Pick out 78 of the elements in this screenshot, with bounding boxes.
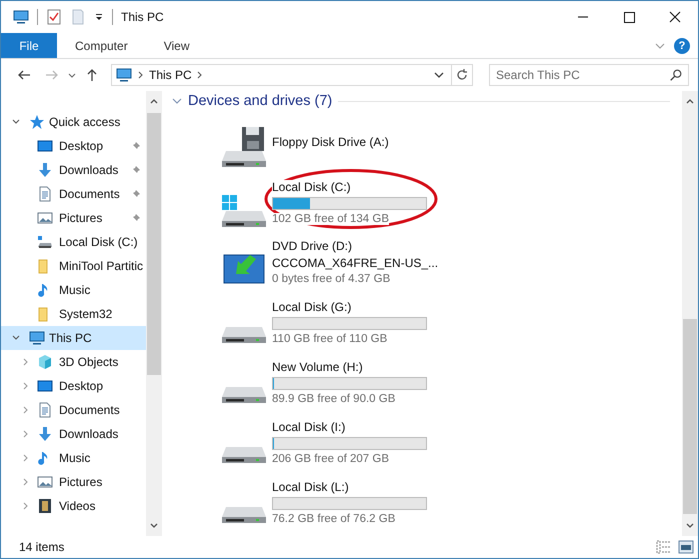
collapse-chevron-icon[interactable] xyxy=(172,96,182,106)
desktop-icon xyxy=(37,378,53,394)
nav-item[interactable]: Videos xyxy=(1,494,146,518)
drive-name: Floppy Disk Drive (A:) xyxy=(272,135,389,149)
nav-item[interactable]: Music xyxy=(1,278,146,302)
free-space-text: 110 GB free of 110 GB xyxy=(272,332,388,344)
drive-item[interactable]: Local Disk (L:) 76.2 GB free of 76.2 GB xyxy=(220,474,670,534)
ribbon-tab[interactable]: View xyxy=(146,33,208,58)
drive-item[interactable]: New Volume (H:) 89.9 GB free of 90.0 GB xyxy=(220,354,670,414)
ribbon-tab[interactable]: Computer xyxy=(57,33,146,58)
computer-icon xyxy=(29,330,45,346)
drive-name: DVD Drive (D:) xyxy=(272,239,352,253)
nav-item[interactable]: Local Disk (C:) xyxy=(1,230,146,254)
floppy-drive-icon xyxy=(220,125,268,169)
chevron-icon[interactable] xyxy=(137,70,145,80)
drive-name: Local Disk (L:) xyxy=(272,480,349,494)
nav-item[interactable]: Downloads xyxy=(1,158,146,182)
download-arrow-icon xyxy=(37,162,53,178)
large-icons-view-icon[interactable] xyxy=(678,539,694,555)
download-arrow-icon xyxy=(37,426,53,442)
free-space-text: 76.2 GB free of 76.2 GB xyxy=(272,512,396,524)
help-button[interactable]: ? xyxy=(674,38,690,54)
window-title: This PC xyxy=(121,10,164,24)
document-icon xyxy=(37,186,53,202)
nav-item[interactable]: 3D Objects xyxy=(1,350,146,374)
picture-icon xyxy=(37,210,53,226)
hard-drive-icon xyxy=(220,506,268,524)
nav-item[interactable]: Quick access xyxy=(1,110,146,134)
picture-icon xyxy=(37,474,53,490)
computer-icon xyxy=(115,67,133,83)
nav-item[interactable]: Documents xyxy=(1,182,146,206)
hard-drive-icon xyxy=(220,446,268,464)
chevron-icon[interactable] xyxy=(196,70,204,80)
drive-item[interactable]: Local Disk (C:) 102 GB free of 134 GB xyxy=(220,174,670,234)
nav-item[interactable]: MiniTool Partitic xyxy=(1,254,146,278)
computer-icon[interactable] xyxy=(13,9,29,25)
nav-item[interactable]: This PC xyxy=(1,326,146,350)
scrollbar-thumb[interactable] xyxy=(683,319,697,514)
nav-item[interactable]: Documents xyxy=(1,398,146,422)
drive-name: Local Disk (I:) xyxy=(272,420,346,434)
star-icon xyxy=(29,114,45,130)
drive-name: Local Disk (G:) xyxy=(272,300,352,314)
nav-item[interactable]: Music xyxy=(1,446,146,470)
search-icon[interactable] xyxy=(669,68,683,82)
drive-name: Local Disk (C:) xyxy=(272,180,351,194)
drive-name: New Volume (H:) xyxy=(272,360,363,374)
cube-icon xyxy=(37,354,53,370)
hard-drive-icon xyxy=(220,326,268,344)
film-icon xyxy=(37,498,53,514)
details-view-icon[interactable] xyxy=(656,539,672,555)
path-segment[interactable]: This PC xyxy=(149,68,192,82)
drive-item[interactable]: Local Disk (I:) 206 GB free of 207 GB xyxy=(220,414,670,474)
nav-item[interactable]: Desktop xyxy=(1,374,146,398)
drive-icon xyxy=(37,234,53,250)
nav-item[interactable]: System32 xyxy=(1,302,146,326)
document-icon xyxy=(37,402,53,418)
nav-item[interactable]: Pictures xyxy=(1,206,146,230)
scrollbar-thumb[interactable] xyxy=(147,113,161,375)
desktop-icon xyxy=(37,138,53,154)
search-field[interactable]: Search This PC xyxy=(489,64,689,86)
nav-item[interactable]: Desktop xyxy=(1,134,146,158)
free-space-text: 206 GB free of 207 GB xyxy=(272,452,389,464)
free-space-text: 0 bytes free of 4.37 GB xyxy=(272,273,390,285)
drive-item[interactable]: Floppy Disk Drive (A:) xyxy=(220,114,670,174)
volume-label: CCCOMA_X64FRE_EN-US_... xyxy=(272,256,438,270)
address-bar[interactable]: This PC xyxy=(111,64,473,86)
hard-drive-icon xyxy=(220,386,268,404)
free-space-text: 102 GB free of 134 GB xyxy=(272,212,389,224)
free-space-text: 89.9 GB free of 90.0 GB xyxy=(272,392,396,404)
nav-item[interactable]: Downloads xyxy=(1,422,146,446)
drive-item[interactable]: Local Disk (G:) 110 GB free of 110 GB xyxy=(220,294,670,354)
section-heading[interactable]: Devices and drives (7) xyxy=(188,93,332,109)
customize-dropdown-icon[interactable] xyxy=(94,12,104,22)
drive-item[interactable]: DVD Drive (D:) CCCOMA_X64FRE_EN-US_... 0 bytes free of 4.37 GB xyxy=(220,234,670,294)
nav-item[interactable]: Pictures xyxy=(1,470,146,494)
file-menu-tab[interactable]: File xyxy=(1,33,57,58)
checklist-icon[interactable] xyxy=(46,9,62,25)
item-count: 14 items xyxy=(19,540,64,554)
